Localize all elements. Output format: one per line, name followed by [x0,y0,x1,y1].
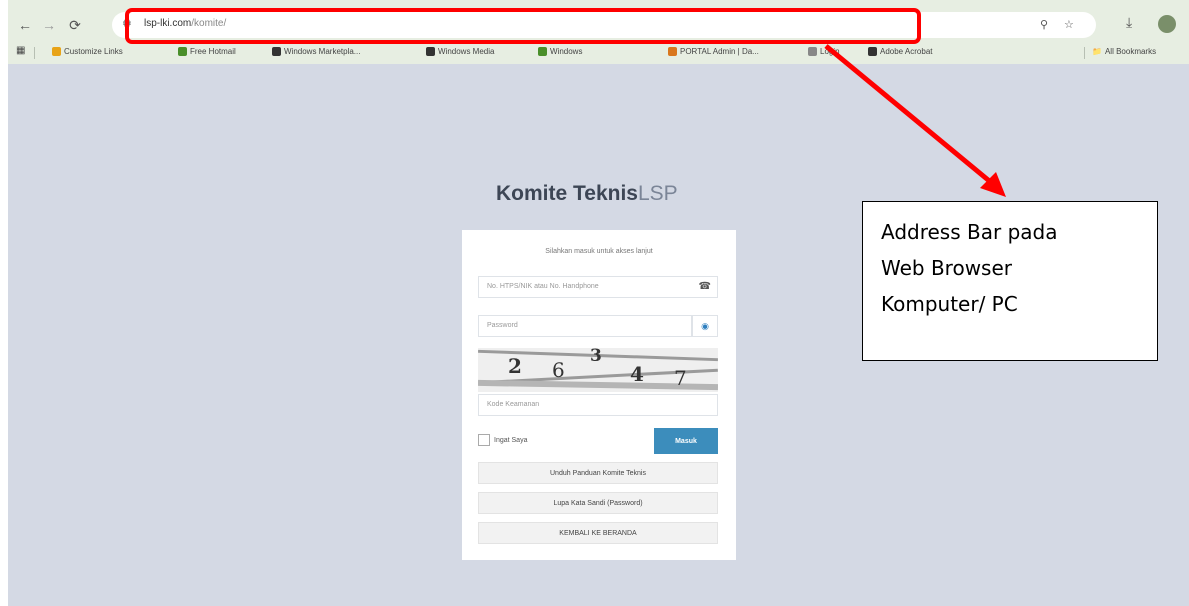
callout-line: Web Browser [881,256,1013,280]
callout-box: Address Bar pada Web Browser Komputer/ P… [862,201,1158,361]
callout-arrow-line [824,44,995,186]
callout-line: Address Bar pada [881,220,1058,244]
callout-line: Komputer/ PC [881,292,1018,316]
